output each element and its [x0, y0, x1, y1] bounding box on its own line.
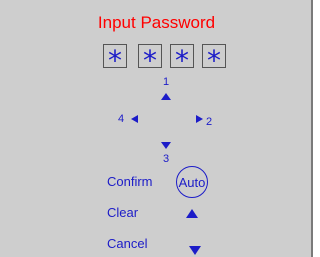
- right-label: 2: [206, 116, 213, 128]
- password-digit-3[interactable]: *: [170, 44, 194, 77]
- confirm-button[interactable]: Confirm: [107, 174, 153, 189]
- up-arrow-icon[interactable]: [161, 93, 171, 100]
- left-label: 4: [118, 113, 125, 125]
- clear-button[interactable]: Clear: [107, 205, 138, 220]
- password-digit-4[interactable]: *: [202, 44, 226, 77]
- up-label: 1: [163, 76, 170, 88]
- decrease-arrow-icon[interactable]: [189, 246, 201, 255]
- password-digit-1[interactable]: *: [103, 44, 127, 77]
- cancel-button[interactable]: Cancel: [107, 236, 147, 251]
- password-digit-2[interactable]: *: [138, 44, 162, 77]
- right-arrow-icon[interactable]: [196, 115, 203, 123]
- dialog-title: Input Password: [97, 13, 216, 32]
- down-label: 3: [163, 153, 170, 165]
- left-arrow-icon[interactable]: [131, 115, 138, 123]
- auto-button[interactable]: Auto: [176, 166, 208, 198]
- increase-arrow-icon[interactable]: [186, 209, 198, 218]
- password-dialog: Input Password * * * * 1 4 2 3 Confirm A…: [0, 0, 313, 257]
- down-arrow-icon[interactable]: [161, 142, 171, 149]
